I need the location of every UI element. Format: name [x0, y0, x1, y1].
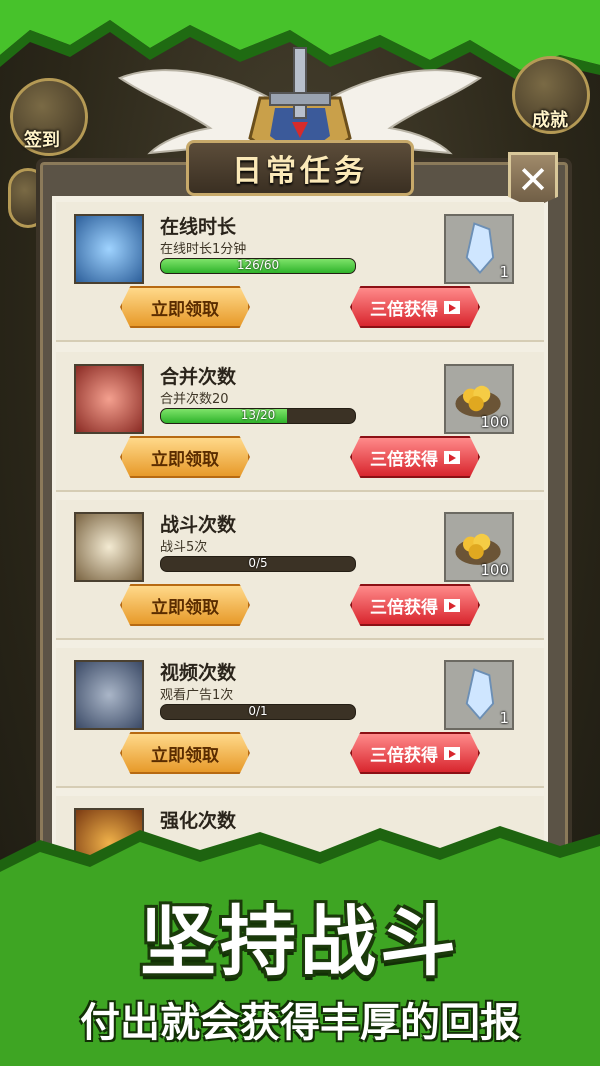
close-icon: ✕ — [517, 158, 549, 202]
task-progress-bar: 0/1 — [160, 704, 356, 720]
reward-slot: 1 — [444, 660, 514, 730]
triple-reward-button[interactable]: 三倍获得 — [350, 584, 480, 626]
task-desc: 观看广告1次 — [160, 688, 234, 703]
reward-count: 100 — [480, 413, 509, 431]
triple-reward-button[interactable]: 三倍获得 — [350, 436, 480, 478]
video-icon — [444, 598, 460, 612]
task-card: 视频次数 观看广告1次 0/1 1 立即领取 三倍获得 — [56, 648, 544, 788]
reward-count: 1 — [499, 263, 509, 281]
dialog-title: 日常任务 — [232, 154, 368, 189]
promo-headline: 坚持战斗 — [140, 897, 460, 986]
progress-text: 0/1 — [248, 704, 268, 718]
video-icon — [444, 746, 460, 760]
battle-task-icon — [74, 512, 144, 582]
checkin-label: 签到 — [24, 130, 60, 151]
claim-button[interactable]: 立即领取 — [120, 436, 250, 478]
video-task-icon — [74, 660, 144, 730]
triple-reward-button[interactable]: 三倍获得 — [350, 286, 480, 328]
reward-slot: 100 — [444, 364, 514, 434]
video-icon — [444, 300, 460, 314]
promo-subline: 付出就会获得丰厚的回报 — [80, 1000, 520, 1046]
task-progress-bar: 126/60 — [160, 258, 356, 274]
progress-text: 0/5 — [248, 556, 268, 570]
task-card: 在线时长 在线时长1分钟 126/60 1 立即领取 三倍获得 — [56, 202, 544, 342]
task-desc: 在线时长1分钟 — [160, 242, 247, 257]
task-name: 合并次数 — [160, 366, 237, 388]
reward-count: 100 — [480, 561, 509, 579]
dialog-title-plate: 日常任务 — [186, 140, 414, 196]
claim-button[interactable]: 立即领取 — [120, 584, 250, 626]
claim-button[interactable]: 立即领取 — [120, 732, 250, 774]
task-card: 战斗次数 战斗5次 0/5 100 立即领取 三倍获得 — [56, 500, 544, 640]
progress-text: 126/60 — [236, 258, 280, 272]
reward-slot: 100 — [444, 512, 514, 582]
reward-count: 1 — [499, 709, 509, 727]
task-name: 视频次数 — [160, 662, 237, 684]
task-name: 战斗次数 — [160, 514, 237, 536]
task-card: 合并次数 合并次数20 13/20 100 立即领取 三倍获得 — [56, 352, 544, 492]
triple-reward-label: 三倍获得 — [370, 745, 438, 766]
task-name: 在线时长 — [160, 216, 237, 238]
triple-reward-label: 三倍获得 — [370, 597, 438, 618]
progress-text: 13/20 — [240, 408, 276, 422]
reward-slot: 1 — [444, 214, 514, 284]
claim-button[interactable]: 立即领取 — [120, 286, 250, 328]
merge-task-icon — [74, 364, 144, 434]
task-desc: 合并次数20 — [160, 392, 229, 407]
close-button[interactable]: ✕ — [508, 152, 558, 208]
triple-reward-label: 三倍获得 — [370, 299, 438, 320]
video-icon — [444, 450, 460, 464]
triple-reward-button[interactable]: 三倍获得 — [350, 732, 480, 774]
triple-reward-label: 三倍获得 — [370, 449, 438, 470]
achievement-label: 成就 — [532, 110, 568, 131]
online-time-task-icon — [74, 214, 144, 284]
task-progress-bar: 13/20 — [160, 408, 356, 424]
task-progress-bar: 0/5 — [160, 556, 356, 572]
task-desc: 战斗5次 — [160, 540, 208, 555]
